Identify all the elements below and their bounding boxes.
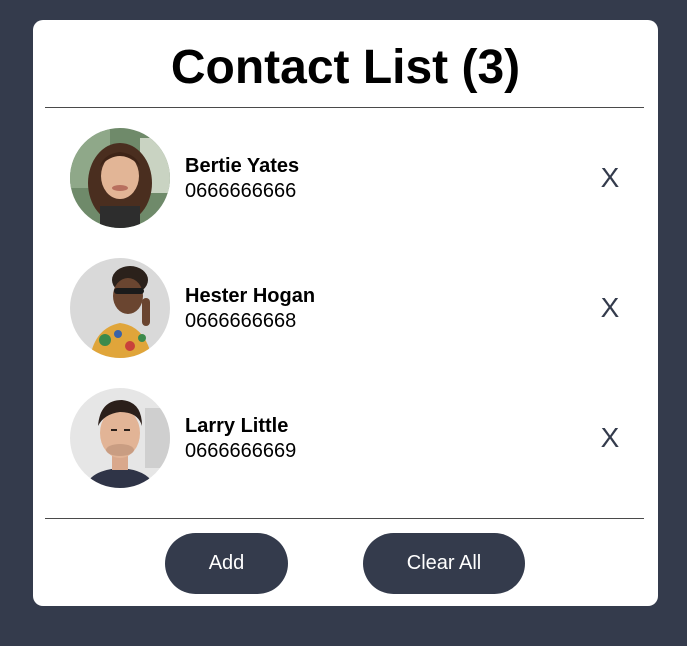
avatar — [70, 388, 170, 488]
contact-list: Bertie Yates 0666666666 X Hester Hogan 0… — [33, 128, 658, 518]
avatar — [70, 128, 170, 228]
contact-name: Larry Little — [185, 415, 289, 437]
avatar — [70, 258, 170, 358]
contact-card: Contact List (3) Bertie Yates 0666666666 — [33, 20, 658, 606]
contact-row: Larry Little 0666666669 X — [33, 388, 658, 488]
contact-name: Hester Hogan — [185, 285, 316, 307]
contact-name: Bertie Yates — [185, 155, 300, 177]
contact-phone: 0666666668 — [185, 310, 297, 332]
remove-contact-button[interactable]: X — [595, 158, 625, 198]
contact-info: Larry Little 0666666669 — [185, 413, 296, 463]
avatar-photo — [70, 258, 170, 358]
add-button[interactable]: Add — [165, 533, 288, 594]
page-title: Contact List (3) — [170, 41, 521, 94]
contact-info: Bertie Yates 0666666666 — [185, 153, 299, 203]
clear-all-button[interactable]: Clear All — [363, 533, 525, 594]
contact-phone: 0666666669 — [185, 440, 297, 462]
contact-row: Bertie Yates 0666666666 X — [33, 128, 658, 228]
bottom-divider — [45, 518, 644, 519]
avatar-photo — [70, 128, 170, 228]
contact-phone: 0666666666 — [185, 180, 297, 202]
top-divider — [45, 107, 644, 108]
remove-contact-button[interactable]: X — [595, 288, 625, 328]
contact-row: Hester Hogan 0666666668 X — [33, 258, 658, 358]
contact-info: Hester Hogan 0666666668 — [185, 283, 315, 333]
avatar-photo — [70, 388, 170, 488]
remove-contact-button[interactable]: X — [595, 418, 625, 458]
footer-actions: Add Clear All — [33, 533, 658, 594]
